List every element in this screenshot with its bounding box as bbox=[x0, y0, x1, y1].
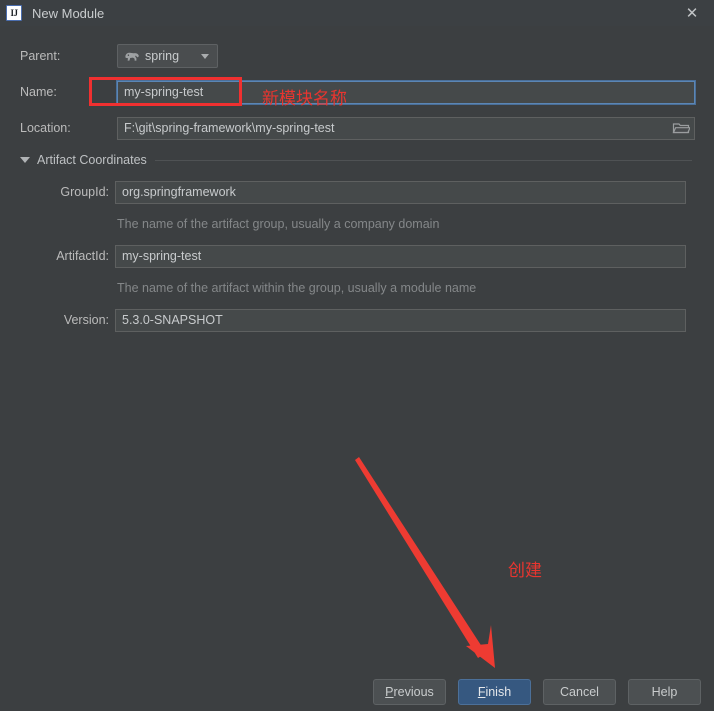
help-button-label: Help bbox=[651, 685, 678, 699]
dialog-button-bar: Previous Finish Cancel Help bbox=[0, 679, 714, 705]
artifactid-input[interactable]: my-spring-test bbox=[115, 244, 686, 268]
location-label: Location: bbox=[20, 121, 71, 135]
annotation-arrow-icon bbox=[355, 457, 495, 668]
cancel-button-label: Cancel bbox=[560, 685, 599, 699]
previous-button-label: revious bbox=[393, 685, 434, 699]
chevron-down-icon bbox=[201, 53, 209, 59]
groupid-row: GroupId: org.springframework bbox=[20, 180, 696, 204]
groupid-input-value: org.springframework bbox=[122, 185, 236, 199]
artifactid-input-value: my-spring-test bbox=[122, 249, 202, 263]
close-icon[interactable]: ✕ bbox=[670, 0, 714, 26]
annotation-create-text: 创建 bbox=[508, 561, 542, 581]
name-input[interactable]: my-spring-test bbox=[117, 80, 695, 104]
artifact-coordinates-section-header[interactable]: Artifact Coordinates bbox=[20, 152, 692, 168]
parent-label: Parent: bbox=[20, 49, 61, 63]
dialog-title: New Module bbox=[32, 5, 105, 21]
parent-value: spring bbox=[145, 49, 180, 63]
dialog-titlebar: IJ New Module ✕ bbox=[0, 0, 714, 26]
location-input[interactable]: F:\git\spring-framework\my-spring-test bbox=[117, 116, 695, 140]
finish-button[interactable]: Finish bbox=[458, 679, 531, 705]
parent-dropdown[interactable]: spring bbox=[117, 44, 218, 68]
version-label: Version: bbox=[63, 313, 109, 327]
gradle-elephant-icon bbox=[124, 50, 140, 63]
artifact-coordinates-label: Artifact Coordinates bbox=[37, 153, 147, 167]
groupid-input[interactable]: org.springframework bbox=[115, 180, 686, 204]
name-label: Name: bbox=[20, 85, 57, 99]
groupid-label: GroupId: bbox=[60, 185, 109, 199]
location-row: Location: F:\git\spring-framework\my-spr… bbox=[20, 116, 696, 140]
name-row: Name: my-spring-test bbox=[20, 80, 696, 104]
folder-icon[interactable] bbox=[672, 121, 691, 136]
groupid-hint: The name of the artifact group, usually … bbox=[117, 217, 440, 231]
artifactid-hint: The name of the artifact within the grou… bbox=[117, 281, 477, 295]
version-input[interactable]: 5.3.0-SNAPSHOT bbox=[115, 308, 686, 332]
intellij-idea-icon: IJ bbox=[6, 5, 22, 21]
artifactid-label: ArtifactId: bbox=[56, 249, 109, 263]
artifactid-row: ArtifactId: my-spring-test bbox=[20, 244, 696, 268]
parent-row: Parent: spring bbox=[20, 44, 260, 68]
help-button[interactable]: Help bbox=[628, 679, 701, 705]
name-input-value: my-spring-test bbox=[124, 85, 204, 99]
version-row: Version: 5.3.0-SNAPSHOT bbox=[20, 308, 696, 332]
section-divider bbox=[154, 159, 692, 161]
previous-button[interactable]: Previous bbox=[373, 679, 446, 705]
cancel-button[interactable]: Cancel bbox=[543, 679, 616, 705]
version-input-value: 5.3.0-SNAPSHOT bbox=[122, 313, 223, 327]
finish-button-label: inish bbox=[485, 685, 512, 699]
previous-button-mnemonic: P bbox=[385, 685, 394, 699]
location-input-value: F:\git\spring-framework\my-spring-test bbox=[124, 121, 335, 135]
triangle-down-icon[interactable] bbox=[20, 157, 30, 163]
app-icon-text: IJ bbox=[10, 7, 18, 18]
